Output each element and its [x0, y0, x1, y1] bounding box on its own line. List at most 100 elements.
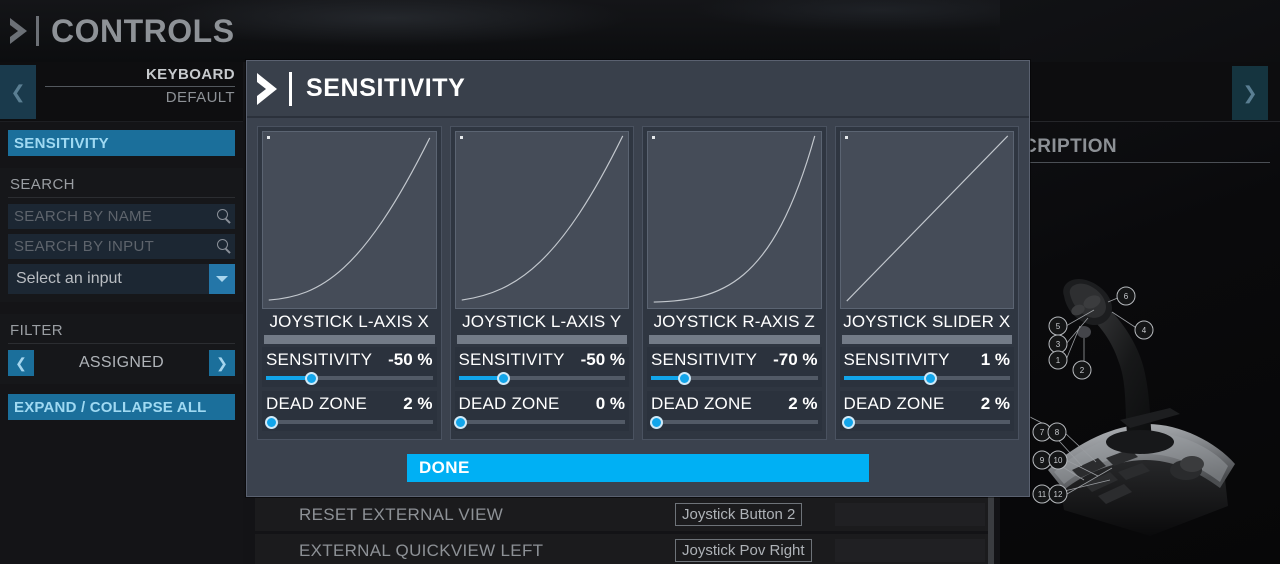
search-icon — [217, 239, 228, 250]
chevron-right-icon — [8, 14, 34, 48]
profile-divider — [45, 86, 235, 87]
slider-thumb[interactable] — [924, 372, 938, 385]
dead-zone-label: DEAD ZONE — [458, 394, 560, 413]
next-device-button[interactable]: ❯ — [1232, 66, 1268, 120]
dead-zone-param: DEAD ZONE 2 % — [262, 391, 437, 431]
table-row[interactable]: EXTERNAL QUICKVIEW LEFT Joystick Pov Rig… — [255, 534, 988, 564]
description-panel: SCRIPTION 6 4 5 3 1 2 7 8 9 10 11 12 ❯ — [1000, 62, 1280, 564]
table-row[interactable]: RESET EXTERNAL VIEW Joystick Button 2 — [255, 498, 988, 531]
input-select-value: Select an input — [16, 270, 122, 287]
input-select-dropdown[interactable]: Select an input — [8, 264, 235, 294]
svg-text:1: 1 — [1056, 356, 1061, 365]
done-button[interactable]: DONE — [407, 454, 869, 482]
profile-variant: DEFAULT — [165, 89, 235, 106]
slider-thumb[interactable] — [678, 372, 692, 385]
dead-zone-slider[interactable] — [842, 416, 1010, 429]
binding-name: RESET EXTERNAL VIEW — [299, 504, 504, 524]
slider-thumb[interactable] — [842, 416, 856, 429]
filter-previous-button[interactable]: ❮ — [8, 350, 34, 376]
dead-zone-label: DEAD ZONE — [651, 394, 752, 413]
description-title: SCRIPTION — [1010, 136, 1118, 157]
sensitivity-slider[interactable] — [458, 372, 625, 385]
response-curve-graph — [262, 131, 437, 309]
search-by-input-placeholder: SEARCH BY INPUT — [14, 238, 155, 255]
axis-name: JOYSTICK SLIDER X — [843, 312, 1011, 331]
search-by-input-input[interactable]: SEARCH BY INPUT — [8, 234, 235, 259]
sensitivity-value: -50 % — [580, 350, 625, 369]
sensitivity-value: -70 % — [773, 350, 818, 369]
slider-fill — [843, 376, 931, 380]
filter-section: FILTER ❮ ASSIGNED ❯ — [0, 314, 243, 384]
slider-track — [458, 420, 625, 424]
sidebar-sensitivity-button[interactable]: SENSITIVITY — [8, 130, 235, 156]
axis-card: JOYSTICK L-AXIS Y SENSITIVITY -50 % DEAD… — [449, 126, 634, 440]
slider-track — [651, 420, 818, 424]
page-title: CONTROLS — [51, 12, 235, 49]
filter-divider — [8, 343, 235, 344]
axis-title-bar — [841, 335, 1012, 344]
slider-track — [266, 420, 433, 424]
sensitivity-slider[interactable] — [266, 372, 433, 385]
axis-card: JOYSTICK L-AXIS X SENSITIVITY -50 % DEAD… — [257, 126, 442, 440]
search-by-name-input[interactable]: SEARCH BY NAME — [8, 204, 235, 229]
chevron-left-icon: ❮ — [10, 81, 26, 102]
dead-zone-param: DEAD ZONE 2 % — [839, 391, 1014, 431]
svg-text:11: 11 — [1038, 490, 1047, 499]
binding-key-label: Joystick Button 2 — [682, 506, 796, 523]
response-curve-graph — [839, 131, 1014, 309]
binding-key[interactable]: Joystick Button 2 — [675, 503, 803, 526]
filter-next-button[interactable]: ❯ — [209, 350, 235, 376]
slider-thumb[interactable] — [497, 372, 511, 385]
sensitivity-label: SENSITIVITY — [843, 350, 950, 369]
svg-text:8: 8 — [1055, 428, 1060, 437]
slider-thumb[interactable] — [454, 416, 468, 429]
sensitivity-label: SENSITIVITY — [266, 350, 373, 369]
binding-key[interactable]: Joystick Pov Right — [675, 539, 812, 562]
dead-zone-slider[interactable] — [264, 416, 433, 429]
axis-card-list: JOYSTICK L-AXIS X SENSITIVITY -50 % DEAD… — [247, 118, 1029, 440]
chevron-down-icon[interactable] — [209, 264, 235, 294]
sensitivity-label: SENSITIVITY — [458, 350, 565, 369]
axis-title-bar — [649, 335, 820, 344]
binding-empty-slot[interactable] — [835, 539, 985, 562]
response-curve-graph — [647, 131, 822, 309]
svg-text:7: 7 — [1040, 428, 1045, 437]
dead-zone-value: 2 % — [403, 394, 433, 413]
dead-zone-label: DEAD ZONE — [843, 394, 945, 413]
dead-zone-slider[interactable] — [649, 416, 818, 429]
axis-name: JOYSTICK R-AXIS Z — [653, 312, 815, 331]
search-section-label: SEARCH — [10, 176, 75, 193]
expand-collapse-all-button[interactable]: EXPAND / COLLAPSE ALL — [8, 394, 235, 420]
binding-name: EXTERNAL QUICKVIEW LEFT — [299, 540, 544, 560]
previous-profile-button[interactable]: ❮ — [0, 65, 36, 119]
search-icon — [217, 209, 228, 220]
dialog-title: SENSITIVITY — [306, 74, 466, 102]
dead-zone-value: 2 % — [980, 394, 1010, 413]
svg-text:3: 3 — [1056, 340, 1061, 349]
dead-zone-param: DEAD ZONE 0 % — [454, 391, 629, 431]
axis-name: JOYSTICK L-AXIS X — [269, 312, 429, 331]
slider-thumb[interactable] — [264, 416, 278, 429]
dead-zone-slider[interactable] — [454, 416, 625, 429]
axis-card: JOYSTICK R-AXIS Z SENSITIVITY -70 % DEAD… — [642, 126, 827, 440]
slider-thumb[interactable] — [649, 416, 663, 429]
profile-name: KEYBOARD — [145, 66, 235, 83]
binding-key-label: Joystick Pov Right — [682, 542, 805, 559]
sensitivity-param: SENSITIVITY 1 % — [839, 347, 1014, 387]
chevron-right-icon: ❯ — [216, 354, 228, 371]
svg-text:10: 10 — [1054, 456, 1063, 465]
filter-value: ASSIGNED — [78, 354, 165, 371]
binding-empty-slot[interactable] — [835, 503, 985, 526]
search-by-name-placeholder: SEARCH BY NAME — [14, 208, 153, 225]
sensitivity-slider[interactable] — [843, 372, 1010, 385]
sidebar-sensitivity-label: SENSITIVITY — [14, 134, 109, 152]
description-divider — [1010, 162, 1270, 163]
expand-collapse-all-label: EXPAND / COLLAPSE ALL — [14, 398, 207, 416]
svg-text:4: 4 — [1142, 326, 1147, 335]
joystick-diagram: 64 53 12 78 9 10 11 12 — [1020, 274, 1270, 564]
sensitivity-slider[interactable] — [651, 372, 818, 385]
chevron-left-icon: ❮ — [15, 354, 27, 371]
header-divider — [36, 16, 39, 46]
chevron-right-icon: ❯ — [1242, 82, 1258, 103]
slider-thumb[interactable] — [304, 372, 318, 385]
